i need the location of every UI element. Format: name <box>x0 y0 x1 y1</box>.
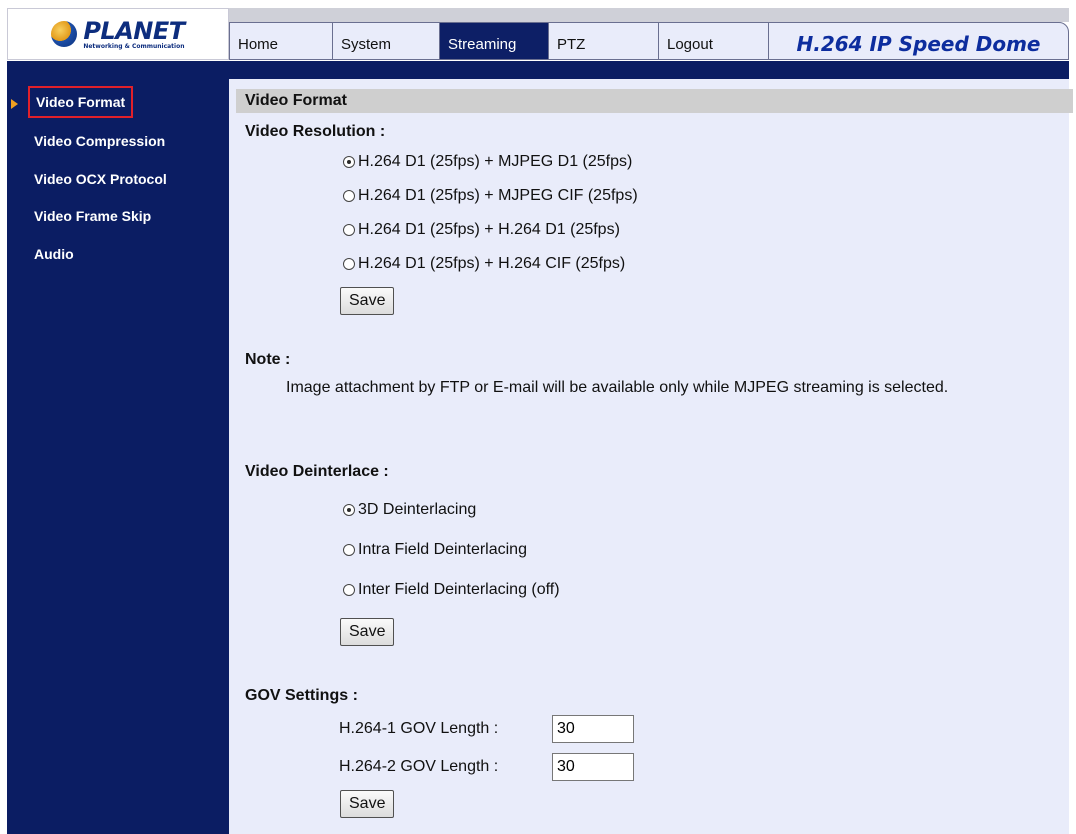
sidebar-item-video-format[interactable]: Video Format <box>28 86 134 118</box>
deinterlace-option-intra-field[interactable]: Intra Field Deinterlacing <box>343 541 527 559</box>
note-heading: Note : <box>245 351 291 368</box>
sidebar-item-video-ocx-protocol[interactable]: Video OCX Protocol <box>28 163 173 195</box>
deinterlace-option-inter-field[interactable]: Inter Field Deinterlacing (off) <box>343 581 560 599</box>
brand-name: PLANET <box>83 16 185 45</box>
tab-home[interactable]: Home <box>229 22 332 60</box>
sidebar-item-video-frame-skip[interactable]: Video Frame Skip <box>28 200 157 232</box>
note-text: Image attachment by FTP or E-mail will b… <box>286 379 949 396</box>
deinterlace-save-button[interactable]: Save <box>340 618 395 646</box>
top-strip <box>229 8 1069 22</box>
tab-logout[interactable]: Logout <box>658 22 768 60</box>
main-nav: Home System Streaming PTZ Logout H.264 I… <box>229 22 1069 62</box>
tab-system[interactable]: System <box>332 22 439 60</box>
radio-icon[interactable] <box>343 258 355 270</box>
resolution-save-button[interactable]: Save <box>340 287 395 315</box>
header-band <box>7 61 1069 79</box>
radio-selected-icon[interactable] <box>343 156 355 168</box>
logo-area: PLANET Networking & Communication <box>7 8 229 60</box>
gov-settings-heading: GOV Settings : <box>245 687 358 704</box>
gov-row-1: H.264-1 GOV Length : <box>339 715 634 743</box>
product-title: H.264 IP Speed Dome <box>768 22 1069 60</box>
gov-1-label: H.264-1 GOV Length : <box>339 720 499 737</box>
video-deinterlace-heading: Video Deinterlace : <box>245 463 389 480</box>
radio-icon[interactable] <box>343 584 355 596</box>
resolution-option-1[interactable]: H.264 D1 (25fps) + MJPEG D1 (25fps) <box>343 153 632 171</box>
resolution-option-3[interactable]: H.264 D1 (25fps) + H.264 D1 (25fps) <box>343 221 620 239</box>
planet-logo: PLANET Networking & Communication <box>51 16 185 50</box>
gov-save-button[interactable]: Save <box>340 790 395 818</box>
planet-globe-icon <box>51 21 78 47</box>
brand-tagline: Networking & Communication <box>83 42 185 50</box>
gov-2-label: H.264-2 GOV Length : <box>339 758 499 775</box>
gov-2-length-input[interactable] <box>552 753 634 781</box>
sidebar-item-audio[interactable]: Audio <box>28 238 80 270</box>
radio-icon[interactable] <box>343 544 355 556</box>
video-resolution-heading: Video Resolution : <box>245 123 386 140</box>
resolution-option-2[interactable]: H.264 D1 (25fps) + MJPEG CIF (25fps) <box>343 187 638 205</box>
content-panel: Video Format Video Resolution : H.264 D1… <box>229 79 1073 834</box>
radio-icon[interactable] <box>343 190 355 202</box>
sidebar-item-video-compression[interactable]: Video Compression <box>28 125 171 157</box>
resolution-option-4[interactable]: H.264 D1 (25fps) + H.264 CIF (25fps) <box>343 255 625 273</box>
gov-1-length-input[interactable] <box>552 715 634 743</box>
radio-icon[interactable] <box>343 224 355 236</box>
tab-streaming[interactable]: Streaming <box>439 22 548 60</box>
radio-selected-icon[interactable] <box>343 504 355 516</box>
gov-row-2: H.264-2 GOV Length : <box>339 753 634 781</box>
section-title: Video Format <box>236 89 1073 113</box>
tab-ptz[interactable]: PTZ <box>548 22 658 60</box>
selected-arrow-icon <box>11 99 18 109</box>
deinterlace-option-3d[interactable]: 3D Deinterlacing <box>343 501 476 519</box>
